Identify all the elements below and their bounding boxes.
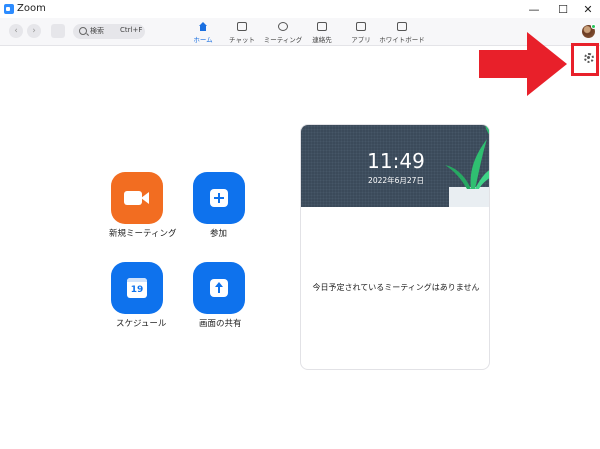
minimize-button[interactable]: — — [520, 0, 548, 18]
share-screen-label: 画面の共有 — [199, 319, 242, 329]
search-icon — [79, 27, 87, 35]
tab-apps[interactable]: アプリ — [346, 20, 376, 46]
window-title: Zoom — [17, 3, 46, 14]
calendar-icon: 19 — [127, 278, 147, 298]
tab-home-label: ホーム — [193, 36, 213, 44]
tab-home[interactable]: ホーム — [186, 20, 220, 46]
tab-apps-label: アプリ — [351, 36, 371, 44]
whiteboard-icon — [397, 22, 407, 31]
schedule-button[interactable]: 19 — [111, 262, 163, 314]
zoom-logo-icon — [4, 4, 14, 14]
clock-icon — [278, 22, 288, 31]
tab-chat[interactable]: チャット — [226, 20, 258, 46]
chat-icon — [237, 22, 247, 31]
search-label: 検索 — [90, 27, 104, 35]
tab-whiteboard-label: ホワイトボード — [379, 36, 425, 44]
share-arrow-icon — [210, 279, 228, 297]
join-label: 参加 — [210, 229, 228, 239]
schedule-label: スケジュール — [116, 319, 167, 329]
contacts-icon — [317, 22, 327, 31]
back-button[interactable]: ‹ — [9, 24, 23, 38]
title-bar: Zoom — ☐ ✕ — [0, 0, 600, 18]
tab-chat-label: チャット — [229, 36, 255, 44]
search-shortcut: Ctrl+F — [120, 26, 143, 34]
history-icon[interactable] — [51, 24, 65, 38]
forward-button[interactable]: › — [27, 24, 41, 38]
no-meetings-message: 今日予定されているミーティングはありません — [312, 283, 480, 292]
share-screen-button[interactable] — [193, 262, 245, 314]
chevron-down-icon[interactable]: ⌄ — [171, 228, 176, 235]
upcoming-meetings-card: 11:49 2022年6月27日 今日予定されているミーティングはありません — [300, 124, 490, 370]
plant-illustration-icon — [445, 125, 489, 207]
status-indicator — [591, 24, 596, 29]
video-camera-icon — [124, 189, 150, 207]
tab-meetings[interactable]: ミーティング — [264, 20, 302, 46]
home-icon — [198, 22, 208, 31]
gear-icon[interactable] — [584, 53, 594, 63]
new-meeting-button[interactable] — [111, 172, 163, 224]
tab-contacts-label: 連絡先 — [312, 36, 332, 44]
search-box[interactable]: 検索 Ctrl+F — [73, 24, 145, 39]
plus-icon — [210, 189, 228, 207]
close-button[interactable]: ✕ — [574, 0, 600, 18]
tab-meetings-label: ミーティング — [263, 36, 303, 44]
clock-header: 11:49 2022年6月27日 — [301, 125, 489, 207]
red-arrow-icon — [479, 32, 567, 96]
new-meeting-label: 新規ミーティング — [109, 229, 177, 239]
join-button[interactable] — [193, 172, 245, 224]
maximize-button[interactable]: ☐ — [549, 0, 577, 18]
apps-icon — [356, 22, 366, 31]
tab-whiteboard[interactable]: ホワイトボード — [379, 20, 425, 46]
tab-contacts[interactable]: 連絡先 — [307, 20, 337, 46]
